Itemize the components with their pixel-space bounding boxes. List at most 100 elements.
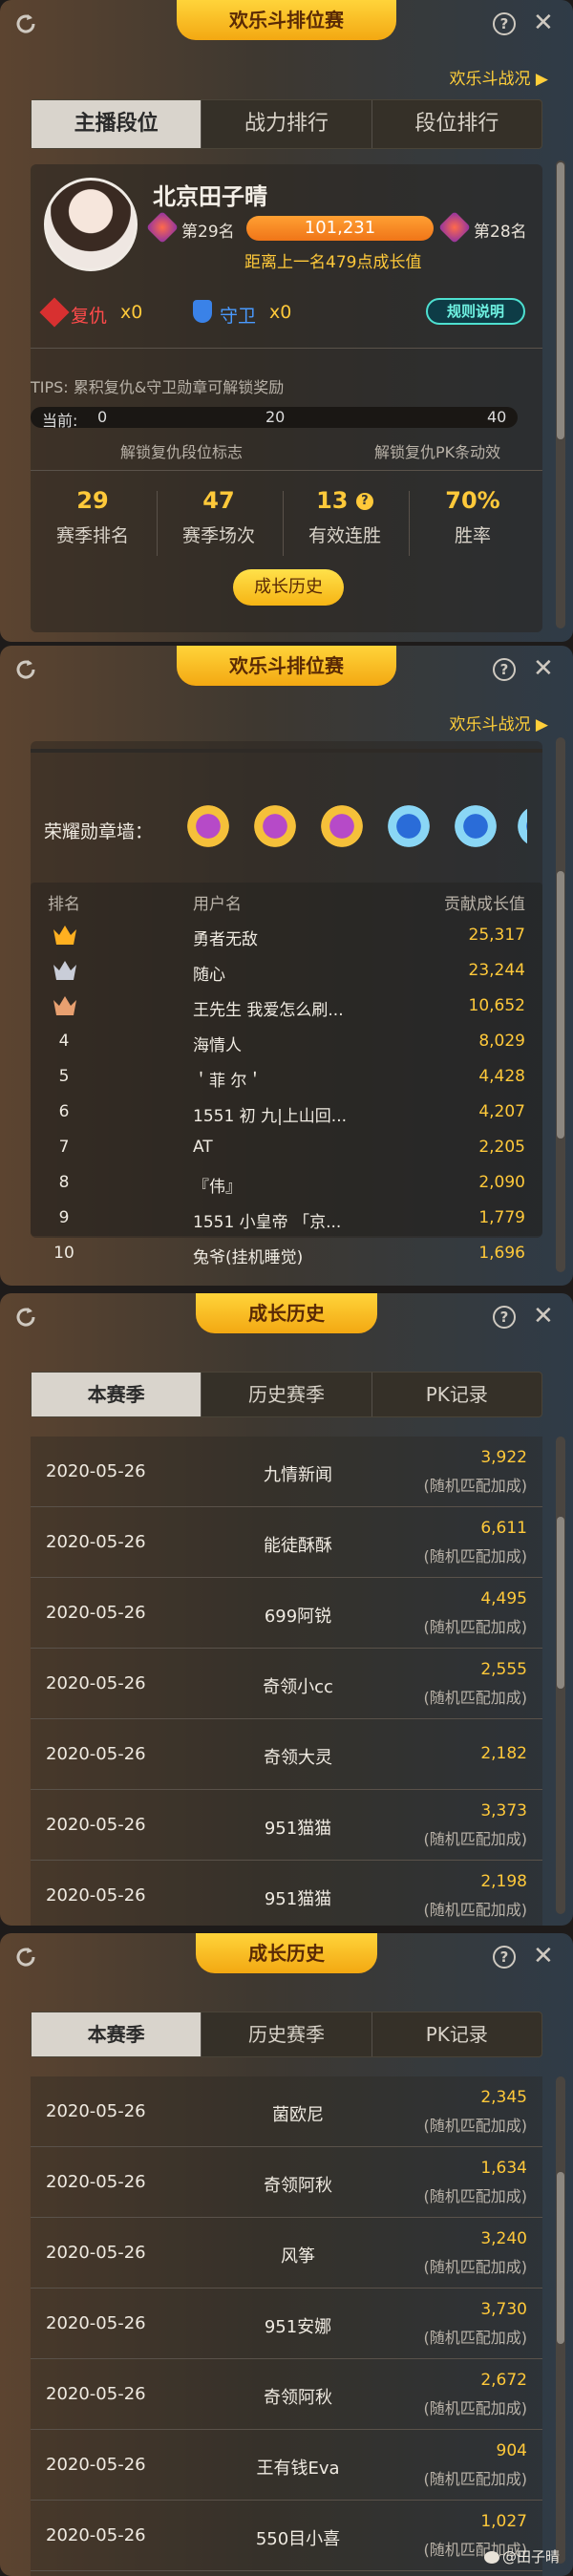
growth-history-button[interactable]: 成长历史	[233, 569, 344, 606]
tab-current-season[interactable]: 本赛季	[32, 1373, 202, 1416]
row-date: 2020-05-26	[46, 1815, 146, 1835]
tab-past-seasons[interactable]: 历史赛季	[202, 1373, 372, 1416]
list-item: 2020-05-26 菌欧尼 2,345 (随机匹配加成)	[31, 2076, 542, 2147]
table-row: 王先生 我爱怎么刷... 10,652	[31, 989, 542, 1024]
row-contribution: 23,244	[468, 961, 525, 980]
row-opponent: 奇领阿秋	[264, 2176, 332, 2196]
help-icon[interactable]: ?	[493, 12, 516, 35]
battle-status-link[interactable]: 欢乐斗战况 ▶	[450, 711, 548, 734]
row-date: 2020-05-26	[46, 2384, 146, 2404]
rules-button-label: 规则说明	[446, 303, 504, 320]
col-user: 用户名	[193, 895, 242, 914]
row-date: 2020-05-26	[46, 2455, 146, 2475]
scrollbar-thumb[interactable]	[557, 871, 564, 1139]
close-icon[interactable]: ✕	[533, 1303, 554, 1330]
close-icon[interactable]: ✕	[533, 10, 554, 36]
progress-current-label: 当前:	[42, 412, 78, 430]
help-icon[interactable]: ?	[493, 1306, 516, 1329]
row-contribution: 1,779	[478, 1208, 525, 1227]
tab-group: 本赛季 历史赛季 PK记录	[31, 2012, 542, 2057]
row-contribution: 8,029	[478, 1032, 525, 1051]
tab-past-seasons[interactable]: 历史赛季	[202, 2012, 372, 2056]
table-row: 5 ＇菲 尔＇ 4,428	[31, 1059, 542, 1095]
help-icon[interactable]: ?	[493, 658, 516, 681]
scrollbar[interactable]	[556, 2076, 565, 2564]
profile-card: 北京田子晴 第29名 101,231 第28名 距离上一名479点成长值 复仇 …	[31, 164, 542, 632]
gap-text: 距离上一名479点成长值	[244, 253, 422, 272]
row-bonus-note: (随机匹配加成)	[423, 2470, 528, 2488]
row-growth-value: 3,240	[480, 2229, 527, 2248]
refresh-icon[interactable]	[13, 11, 38, 36]
divider	[157, 491, 158, 556]
question-icon[interactable]: ?	[355, 493, 373, 510]
row-contribution: 25,317	[468, 926, 525, 945]
scrollbar-thumb[interactable]	[557, 162, 564, 439]
revenge-count: x0	[120, 302, 143, 323]
row-rank: 6	[58, 1102, 70, 1121]
divider	[409, 491, 410, 556]
tab-anchor-rank[interactable]: 主播段位	[32, 100, 202, 148]
rules-button[interactable]: 规则说明	[426, 298, 525, 325]
scrollbar[interactable]	[556, 160, 565, 628]
row-growth-value: 1,027	[480, 2512, 527, 2531]
panel-title: 欢乐斗排位赛	[177, 0, 396, 40]
tab-pk-records[interactable]: PK记录	[372, 2012, 541, 2056]
list-item: 2020-05-26 951猫猫 2,198 (随机匹配加成)	[31, 1861, 542, 1926]
refresh-icon[interactable]	[13, 1945, 38, 1969]
row-opponent: 风筝	[281, 2246, 315, 2267]
progress-end: 40	[487, 408, 507, 426]
stat-win-streak: 13 ? 有效连胜	[283, 487, 407, 547]
col-contribution: 贡献成长值	[444, 895, 525, 914]
row-opponent: 951安娜	[264, 2317, 332, 2337]
row-bonus-note: (随机匹配加成)	[423, 2399, 528, 2417]
scrollbar-thumb[interactable]	[557, 1517, 564, 1689]
row-bonus-note: (随机匹配加成)	[423, 2117, 528, 2135]
table-row: 随心 23,244	[31, 953, 542, 989]
row-date: 2020-05-26	[46, 2313, 146, 2333]
row-opponent: 699阿锐	[264, 1607, 332, 1627]
row-username: 1551 初 九|上山回...	[193, 1107, 348, 1126]
tab-pk-records[interactable]: PK记录	[372, 1373, 541, 1416]
list-item: 2020-05-26 奇领大灵 2,182	[31, 1719, 542, 1790]
row-date: 2020-05-26	[46, 1885, 146, 1905]
refresh-icon[interactable]	[13, 1305, 38, 1330]
list-item: 2020-05-26 九情新闻 3,922 (随机匹配加成)	[31, 1437, 542, 1507]
ranking-panel-profile: 欢乐斗排位赛 ? ✕ 欢乐斗战况 ▶ 主播段位 战力排行 段位排行 北京田子晴 …	[0, 0, 573, 642]
close-icon[interactable]: ✕	[533, 655, 554, 682]
scrollbar-thumb[interactable]	[557, 2172, 564, 2344]
battle-status-link[interactable]: 欢乐斗战况 ▶	[450, 65, 548, 89]
tab-tier-ranking[interactable]: 段位排行	[372, 100, 541, 148]
tab-current-season[interactable]: 本赛季	[32, 2012, 202, 2056]
crown-icon	[52, 957, 78, 982]
tab-group: 本赛季 历史赛季 PK记录	[31, 1372, 542, 1417]
tab-group: 主播段位 战力排行 段位排行	[31, 99, 542, 149]
row-growth-value: 2,672	[480, 2371, 527, 2390]
row-growth-value: 2,182	[480, 1744, 527, 1763]
crown-icon	[52, 922, 78, 947]
help-icon[interactable]: ?	[493, 1946, 516, 1969]
table-row: 9 1551 小皇帝 「京... 1,779	[31, 1201, 542, 1236]
row-date: 2020-05-26	[46, 1461, 146, 1481]
col-rank: 排名	[48, 895, 80, 914]
list-item: 2020-05-26 王有钱Eva 904 (随机匹配加成)	[31, 2430, 542, 2501]
refresh-icon[interactable]	[13, 657, 38, 682]
list-item: 2020-05-26 699阿锐 4,495 (随机匹配加成)	[31, 1578, 542, 1649]
close-icon[interactable]: ✕	[533, 1943, 554, 1969]
row-contribution: 4,428	[478, 1067, 525, 1086]
scrollbar[interactable]	[556, 737, 565, 1272]
growth-history-panel: 成长历史 ? ✕ 本赛季 历史赛季 PK记录 2020-05-26 菌欧尼 2,34…	[0, 1933, 573, 2576]
row-rank: 7	[58, 1138, 70, 1157]
tab-power-ranking[interactable]: 战力排行	[202, 100, 372, 148]
stat-label: 赛季排名	[55, 525, 129, 546]
rank-badge-icon	[146, 211, 179, 244]
row-date: 2020-05-26	[46, 2172, 146, 2192]
progress-mid: 20	[265, 408, 286, 426]
medal-progress-bar: 当前: 0 20 40	[31, 407, 518, 430]
scrollbar[interactable]	[556, 1437, 565, 1914]
stat-season-matches: 47 赛季场次	[157, 487, 281, 547]
row-bonus-note: (随机匹配加成)	[423, 1830, 528, 1848]
list-item: 2020-05-26 奇领阿秋 2,672 (随机匹配加成)	[31, 2359, 542, 2430]
row-opponent: 九情新闻	[264, 1465, 332, 1485]
row-growth-value: 3,922	[480, 1448, 527, 1467]
row-contribution: 2,205	[478, 1138, 525, 1157]
